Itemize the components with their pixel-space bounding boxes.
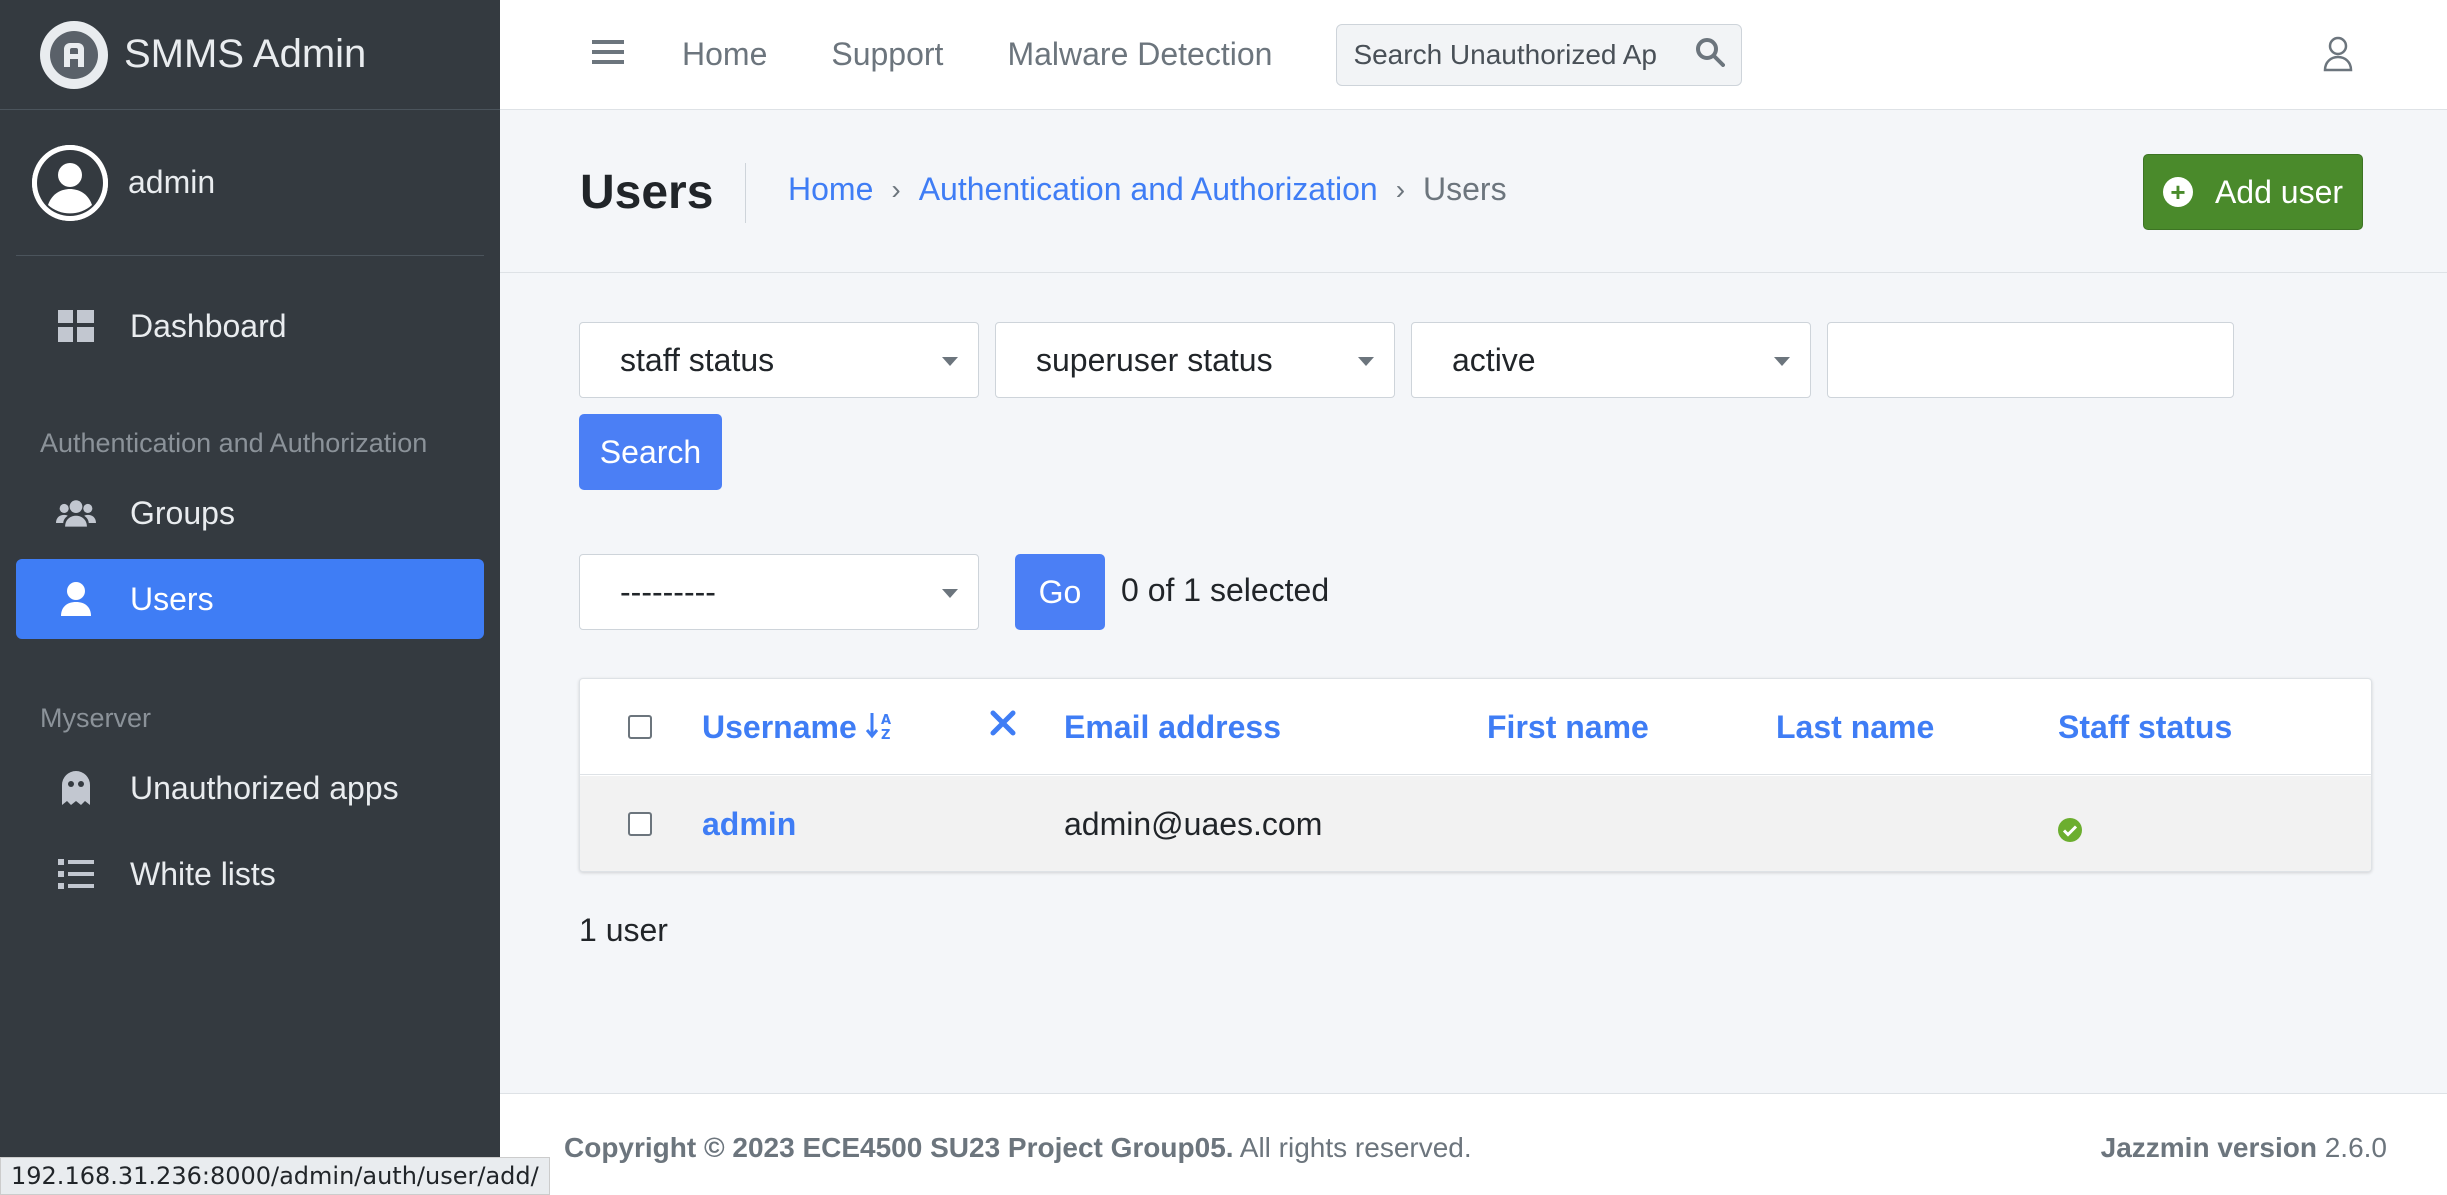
sidebar-item-label: Unauthorized apps <box>130 769 399 806</box>
user-icon <box>56 582 96 616</box>
breadcrumb: Home › Authentication and Authorization … <box>788 171 1507 208</box>
plus-circle-icon: + <box>2162 177 2193 207</box>
brand-logo-icon <box>40 20 108 89</box>
sidebar-item-unauthorized-apps[interactable]: Unauthorized apps <box>16 748 484 828</box>
copyright-rest: All rights reserved. <box>1233 1132 1472 1163</box>
topnav-home-link[interactable]: Home <box>682 36 767 73</box>
column-username[interactable]: Username AZ <box>702 709 896 746</box>
top-navbar: Home Support Malware Detection <box>500 0 2447 110</box>
staff-status-filter-value: staff status <box>620 341 775 378</box>
add-user-label: Add user <box>2214 173 2344 210</box>
breadcrumb-separator: › <box>1395 173 1406 205</box>
table-row: admin admin@uaes.com <box>580 776 2371 871</box>
search-button[interactable]: Search <box>579 414 722 490</box>
breadcrumb-auth-link[interactable]: Authentication and Authorization <box>919 171 1378 208</box>
sort-alpha-icon: AZ <box>865 713 891 743</box>
staff-status-filter[interactable]: staff status <box>579 322 979 398</box>
clear-sort-icon[interactable] <box>990 707 1016 744</box>
active-filter[interactable]: active <box>1411 322 1811 398</box>
svg-text:Z: Z <box>881 728 890 741</box>
sidebar-item-label: White lists <box>130 855 276 892</box>
username-link[interactable]: admin <box>702 806 796 843</box>
sidebar-nav: Dashboard Authentication and Authorizati… <box>0 256 500 914</box>
select-all-checkbox[interactable] <box>628 715 652 739</box>
sidebar: SMMS Admin admin Dashboard Authenticatio… <box>0 0 500 1195</box>
action-select[interactable]: --------- <box>579 554 979 630</box>
user-panel[interactable]: admin <box>16 110 484 256</box>
users-table: Username AZ Email address First name Las… <box>579 678 2372 872</box>
version-label: Jazzmin version <box>2100 1132 2317 1163</box>
sidebar-item-label: Dashboard <box>130 307 287 344</box>
caret-down-icon <box>1358 357 1374 366</box>
top-search-input[interactable] <box>1353 38 1674 71</box>
top-search-box <box>1336 23 1743 86</box>
ghost-icon <box>56 771 96 805</box>
result-count: 1 user <box>579 912 668 948</box>
list-icon <box>56 859 96 889</box>
breadcrumb-current: Users <box>1423 171 1507 207</box>
sidebar-item-dashboard[interactable]: Dashboard <box>16 286 484 366</box>
caret-down-icon <box>942 589 958 598</box>
caret-down-icon <box>942 357 958 366</box>
svg-text:A: A <box>881 713 891 728</box>
caret-down-icon <box>1774 357 1790 366</box>
search-text-input[interactable] <box>1827 322 2234 398</box>
topnav-support-link[interactable]: Support <box>831 36 943 73</box>
table-header-row: Username AZ Email address First name Las… <box>580 679 2371 775</box>
breadcrumb-home-link[interactable]: Home <box>788 171 873 208</box>
copyright: Copyright © 2023 ECE4500 SU23 Project Gr… <box>564 1132 1472 1164</box>
topnav-malware-detection-link[interactable]: Malware Detection <box>1007 36 1272 73</box>
superuser-status-filter-value: superuser status <box>1036 341 1273 378</box>
avatar-icon <box>32 144 108 221</box>
search-icon[interactable] <box>1695 37 1726 72</box>
active-filter-value: active <box>1452 341 1536 378</box>
check-circle-icon <box>2058 813 2082 850</box>
sidebar-header-auth: Authentication and Authorization <box>40 428 428 458</box>
sidebar-item-label: Groups <box>130 494 235 531</box>
email-cell: admin@uaes.com <box>1064 806 1323 842</box>
page-title: Users <box>580 163 747 223</box>
content-header: Users Home › Authentication and Authoriz… <box>500 111 2447 273</box>
superuser-status-filter[interactable]: superuser status <box>995 322 1395 398</box>
dashboard-icon <box>56 310 96 342</box>
brand-link[interactable]: SMMS Admin <box>0 0 500 110</box>
sidebar-item-label: Users <box>130 580 214 617</box>
sidebar-item-white-lists[interactable]: White lists <box>16 834 484 914</box>
add-user-button[interactable]: + Add user <box>2143 154 2363 230</box>
copyright-bold: Copyright © 2023 ECE4500 SU23 Project Gr… <box>564 1132 1234 1163</box>
sidebar-header-myserver: Myserver <box>40 703 152 733</box>
column-staff-status[interactable]: Staff status <box>2058 709 2232 746</box>
version-info: Jazzmin version 2.6.0 <box>2101 1132 2387 1164</box>
sidebar-item-groups[interactable]: Groups <box>16 473 484 553</box>
selected-count: 0 of 1 selected <box>1121 572 1330 608</box>
browser-status-url: 192.168.31.236:8000/admin/auth/user/add/ <box>0 1157 550 1195</box>
column-first-name[interactable]: First name <box>1487 709 1649 746</box>
breadcrumb-separator: › <box>891 173 901 205</box>
hamburger-menu-icon[interactable] <box>592 38 624 71</box>
page-footer: Copyright © 2023 ECE4500 SU23 Project Gr… <box>500 1093 2447 1195</box>
user-menu-icon[interactable] <box>2323 36 2353 77</box>
version-number: 2.6.0 <box>2316 1132 2387 1163</box>
column-last-name[interactable]: Last name <box>1776 709 1934 746</box>
column-username-label: Username <box>702 709 857 745</box>
sidebar-username: admin <box>128 164 216 200</box>
sidebar-item-users[interactable]: Users <box>16 559 484 639</box>
brand-name: SMMS Admin <box>124 32 367 76</box>
action-select-value: --------- <box>620 573 716 610</box>
row-checkbox[interactable] <box>628 812 652 836</box>
users-group-icon <box>56 498 96 528</box>
go-button[interactable]: Go <box>1015 554 1105 630</box>
column-email[interactable]: Email address <box>1064 709 1281 746</box>
